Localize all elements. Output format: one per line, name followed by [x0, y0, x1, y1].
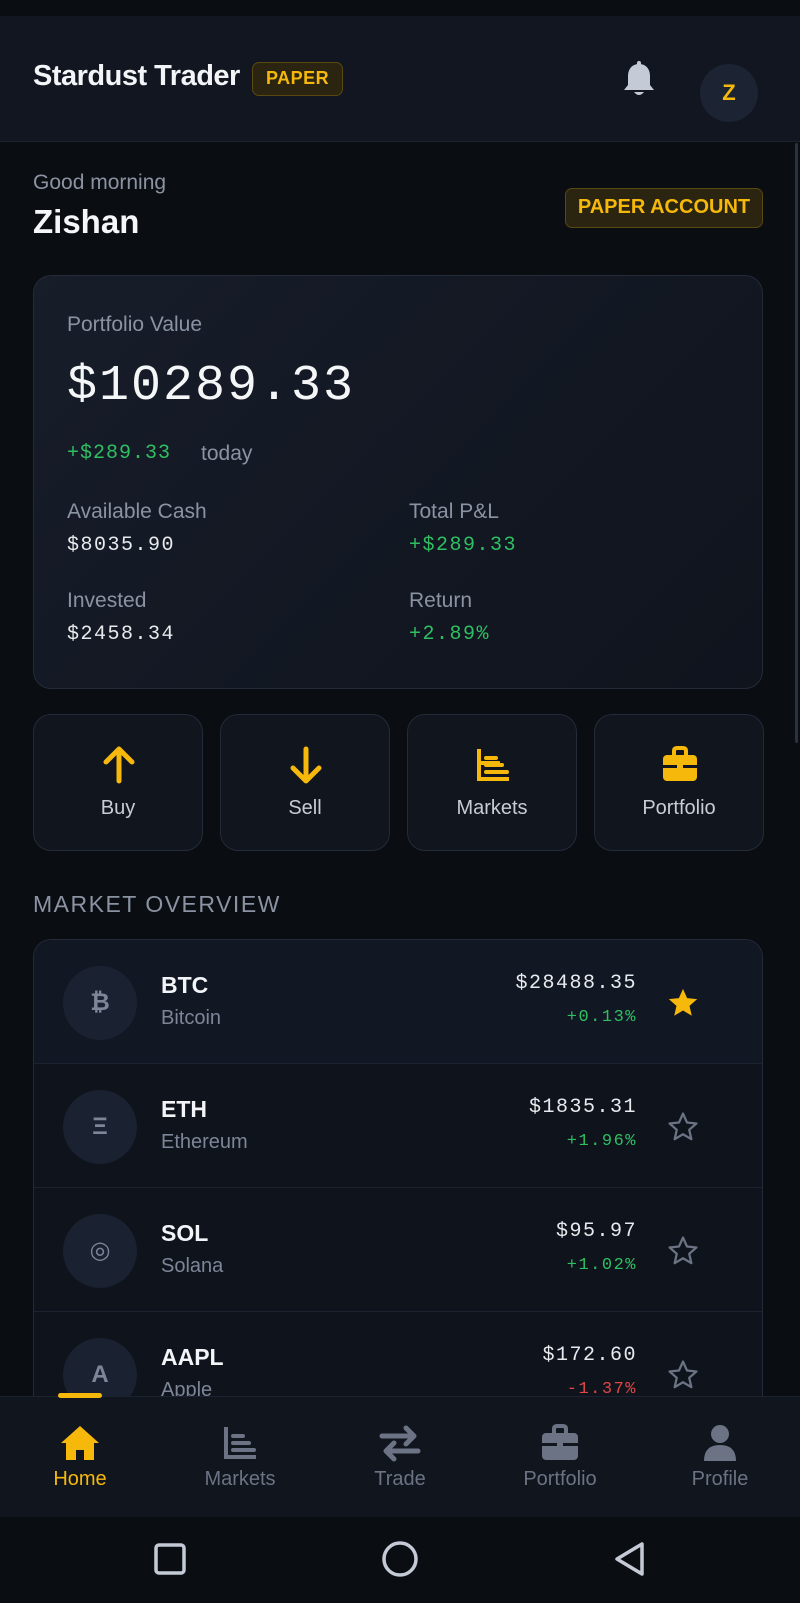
asset-change: +0.13% [566, 1008, 637, 1027]
asset-price: $1835.31 [528, 1096, 637, 1119]
market-row-sol[interactable]: ◎ SOL Solana $95.97 +1.02% [34, 1188, 762, 1312]
app-title: Stardust Trader [33, 60, 240, 92]
greeting-text: Good morning [33, 171, 167, 194]
aapl-logo-icon: A [63, 1338, 137, 1396]
arrow-up-icon [100, 745, 138, 785]
nav-profile[interactable]: Profile [640, 1397, 800, 1518]
paper-account-badge: PAPER ACCOUNT [565, 188, 763, 228]
asset-symbol: SOL [161, 1220, 209, 1246]
portfolio-card: Portfolio Value $10289.33 +$289.33 today… [33, 275, 763, 689]
status-bar [0, 0, 800, 16]
available-cash-label: Available Cash [67, 500, 207, 523]
nav-portfolio[interactable]: Portfolio [480, 1397, 640, 1518]
market-row-aapl[interactable]: A AAPL Apple $172.60 -1.37% [34, 1312, 762, 1396]
star-outline-icon[interactable] [666, 1110, 700, 1144]
briefcase-icon [661, 745, 699, 785]
asset-name: Ethereum [161, 1131, 248, 1153]
recent-apps-square-icon[interactable] [150, 1539, 190, 1579]
total-pl-value: +$289.33 [409, 534, 518, 557]
asset-change: +1.96% [566, 1132, 637, 1151]
buy-button[interactable]: Buy [33, 714, 203, 851]
market-row-eth[interactable]: Ξ ETH Ethereum $1835.31 +1.96% [34, 1064, 762, 1188]
nav-markets-label: Markets [204, 1468, 276, 1490]
return-label: Return [409, 589, 473, 612]
asset-change: -1.37% [566, 1380, 637, 1396]
back-triangle-icon[interactable] [610, 1539, 650, 1579]
market-row-btc[interactable]: ₿ BTC Bitcoin $28488.35 +0.13% [34, 940, 762, 1064]
asset-price: $28488.35 [515, 972, 637, 995]
sell-label: Sell [288, 797, 322, 819]
eth-logo-icon: Ξ [63, 1090, 137, 1164]
available-cash-value: $8035.90 [67, 534, 176, 557]
bottom-nav: Home Markets Trade Portfolio Profile [0, 1393, 800, 1518]
portfolio-button[interactable]: Portfolio [594, 714, 764, 851]
swap-arrows-icon [378, 1423, 422, 1463]
markets-button[interactable]: Markets [407, 714, 577, 851]
portfolio-label: Portfolio [642, 797, 716, 819]
avatar[interactable]: Z [700, 64, 758, 122]
nav-home[interactable]: Home [0, 1393, 160, 1518]
nav-markets[interactable]: Markets [160, 1397, 320, 1518]
portfolio-daily-change: +$289.33 [67, 442, 172, 465]
paper-mode-chip: PAPER [252, 62, 344, 96]
main-content: Good morning Zishan PAPER ACCOUNT Portfo… [0, 143, 800, 1396]
nav-trade[interactable]: Trade [320, 1397, 480, 1518]
asset-symbol: BTC [161, 972, 209, 998]
market-overview-title: MARKET OVERVIEW [33, 891, 281, 917]
nav-profile-label: Profile [691, 1468, 749, 1490]
portfolio-value: $10289.33 [67, 358, 356, 415]
total-pl-label: Total P&L [409, 500, 499, 523]
btc-logo-icon: ₿ [63, 966, 137, 1040]
chart-bars-icon [218, 1423, 262, 1463]
star-outline-icon[interactable] [666, 1234, 700, 1268]
active-nav-indicator [58, 1393, 102, 1398]
notifications-bell-icon[interactable] [621, 60, 657, 100]
asset-price: $172.60 [542, 1344, 637, 1367]
star-outline-icon[interactable] [666, 1358, 700, 1392]
markets-label: Markets [456, 797, 528, 819]
sol-logo-icon: ◎ [63, 1214, 137, 1288]
nav-trade-label: Trade [374, 1468, 426, 1490]
arrow-down-icon [287, 745, 325, 785]
invested-label: Invested [67, 589, 147, 612]
asset-name: Solana [161, 1255, 224, 1277]
nav-home-label: Home [53, 1468, 107, 1490]
nav-portfolio-label: Portfolio [523, 1468, 597, 1490]
app-header: Stardust Trader PAPER Z [0, 16, 800, 142]
chart-bars-icon [474, 745, 512, 785]
sell-button[interactable]: Sell [220, 714, 390, 851]
briefcase-icon [538, 1423, 582, 1463]
buy-label: Buy [100, 797, 136, 819]
asset-symbol: AAPL [161, 1344, 224, 1370]
asset-name: Bitcoin [161, 1007, 222, 1029]
system-nav-bar [0, 1517, 800, 1603]
asset-price: $95.97 [555, 1220, 637, 1243]
invested-value: $2458.34 [67, 623, 176, 646]
person-icon [698, 1423, 742, 1463]
market-list: ₿ BTC Bitcoin $28488.35 +0.13% Ξ ETH Eth… [33, 939, 763, 1396]
portfolio-value-label: Portfolio Value [67, 313, 203, 336]
home-icon [58, 1423, 102, 1463]
daily-change-suffix: today [201, 442, 253, 465]
asset-name: Apple [161, 1379, 213, 1396]
home-circle-icon[interactable] [380, 1539, 420, 1579]
asset-symbol: ETH [161, 1096, 207, 1122]
asset-change: +1.02% [566, 1256, 637, 1275]
return-value: +2.89% [409, 623, 491, 646]
star-filled-icon[interactable] [666, 986, 700, 1020]
user-name: Zishan [33, 203, 140, 240]
